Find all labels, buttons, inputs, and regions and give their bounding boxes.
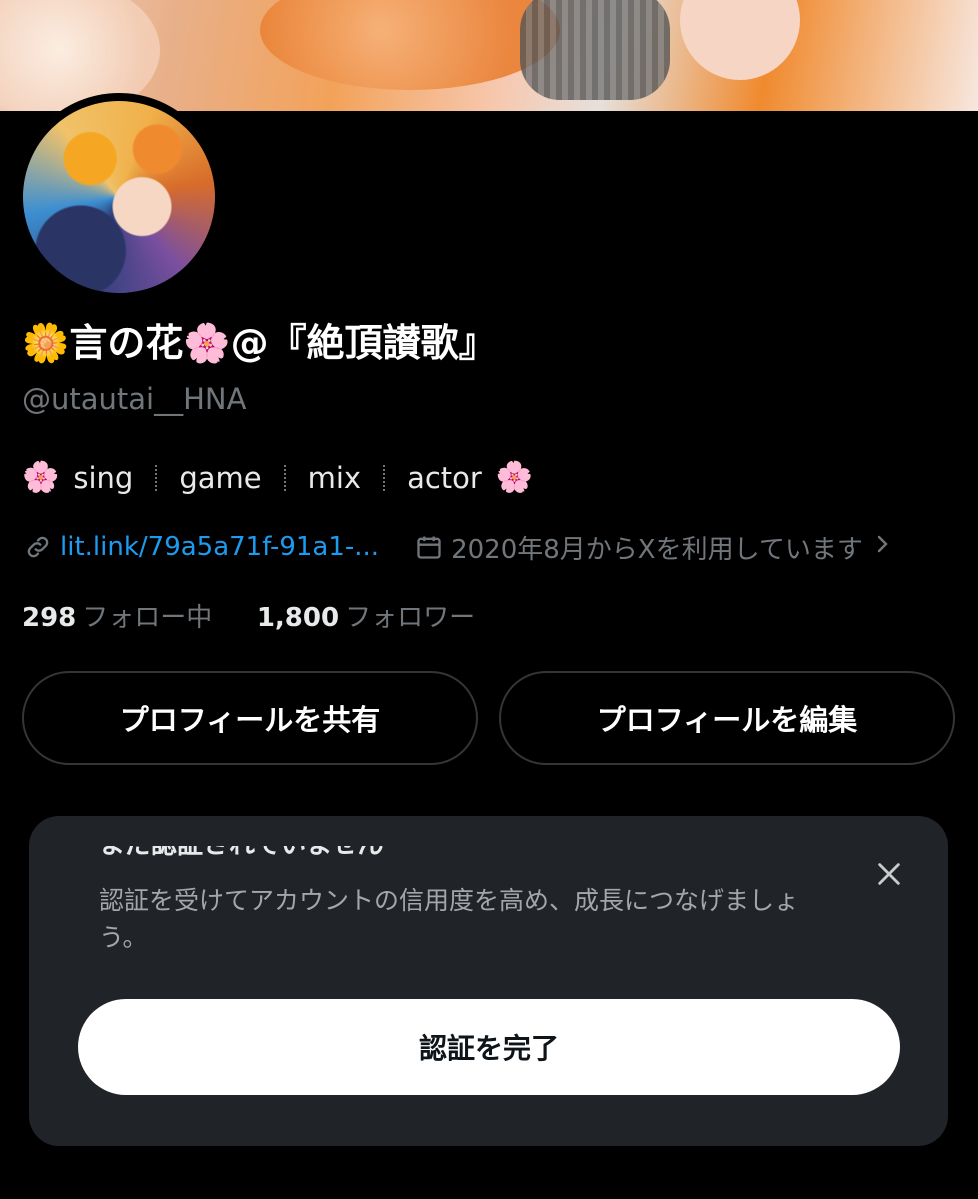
bio-separator bbox=[155, 464, 158, 491]
link-icon bbox=[22, 531, 54, 563]
bio-lead-emoji: 🌸 bbox=[22, 460, 60, 495]
edit-profile-button[interactable]: プロフィールを編集 bbox=[499, 671, 955, 765]
bio-tag: game bbox=[179, 460, 262, 495]
following-label: フォロー中 bbox=[82, 603, 213, 633]
bio-separator bbox=[283, 464, 286, 491]
bio-tag: actor bbox=[407, 460, 482, 495]
bio: 🌸 sing game mix actor 🌸 bbox=[22, 460, 533, 495]
username-handle: @utautai__HNA bbox=[22, 382, 247, 416]
followers-count: 1,800 bbox=[256, 603, 340, 633]
banner-art bbox=[520, 0, 670, 100]
display-name: 🌼言の花🌸@『絶頂讃歌』 bbox=[22, 321, 497, 365]
close-icon[interactable] bbox=[871, 856, 907, 892]
bio-tag: sing bbox=[73, 460, 134, 495]
profile-banner[interactable] bbox=[0, 0, 978, 111]
verification-card: まだ認証されていません 認証を受けてアカウントの信用度を高め、成長につなげましょ… bbox=[29, 816, 948, 1146]
verification-description: 認証を受けてアカウントの信用度を高め、成長につなげましょう。 bbox=[99, 886, 800, 952]
calendar-icon bbox=[413, 531, 445, 563]
complete-verification-button[interactable]: 認証を完了 bbox=[78, 999, 900, 1095]
bio-separator bbox=[383, 464, 386, 491]
verification-title: まだ認証されていません bbox=[99, 846, 383, 866]
following-stat[interactable]: 298 フォロー中 bbox=[22, 603, 221, 633]
banner-art bbox=[260, 0, 560, 90]
share-profile-button[interactable]: プロフィールを共有 bbox=[22, 671, 478, 765]
chevron-right-icon[interactable] bbox=[875, 532, 891, 563]
avatar[interactable] bbox=[15, 93, 223, 301]
followers-label: フォロワー bbox=[345, 603, 476, 633]
following-count: 298 bbox=[22, 603, 77, 633]
followers-stat[interactable]: 1,800 フォロワー bbox=[257, 603, 475, 633]
avatar-image bbox=[23, 101, 215, 293]
bio-tag: mix bbox=[307, 460, 362, 495]
bio-trail-emoji: 🌸 bbox=[495, 460, 534, 495]
profile-meta: lit.link/79a5a71f-91a1-... 2020年8月からXを利用… bbox=[22, 527, 891, 567]
joined-date: 2020年8月からXを利用しています bbox=[451, 534, 863, 565]
profile-link[interactable]: lit.link/79a5a71f-91a1-... bbox=[60, 532, 379, 562]
follow-stats: 298 フォロー中 1,800 フォロワー bbox=[22, 597, 475, 634]
banner-art bbox=[680, 0, 800, 80]
